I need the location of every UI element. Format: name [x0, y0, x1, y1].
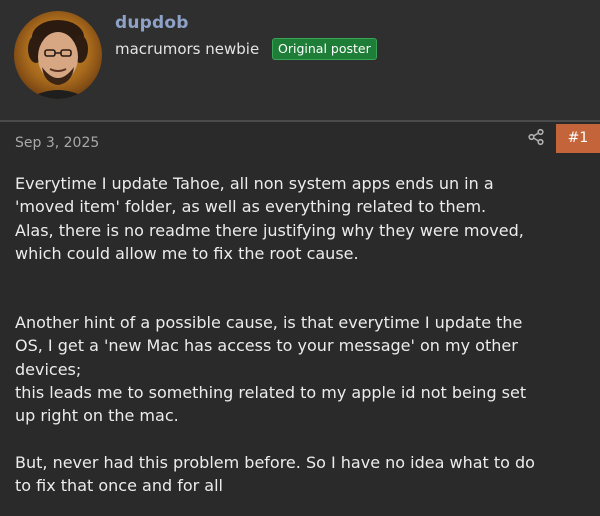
post-body: Everytime I update Tahoe, all non system…: [15, 172, 590, 497]
post-number-link[interactable]: #1: [556, 124, 600, 153]
post-author-header: dupdob macrumors newbie Original poster: [0, 0, 600, 120]
forum-post: dupdob macrumors newbie Original poster …: [0, 0, 600, 516]
user-avatar[interactable]: [14, 11, 102, 99]
username-link[interactable]: dupdob: [115, 13, 189, 33]
post-paragraph: Everytime I update Tahoe, all non system…: [15, 174, 524, 263]
post-paragraph: Another hint of a possible cause, is tha…: [15, 313, 527, 426]
share-icon[interactable]: [527, 128, 545, 146]
avatar-image: [14, 11, 102, 99]
original-poster-badge: Original poster: [272, 38, 377, 60]
header-divider: [0, 120, 600, 122]
user-title: macrumors newbie: [115, 40, 260, 58]
post-paragraph: But, never had this problem before. So I…: [15, 452, 535, 495]
post-date-link[interactable]: Sep 3, 2025: [15, 135, 99, 151]
